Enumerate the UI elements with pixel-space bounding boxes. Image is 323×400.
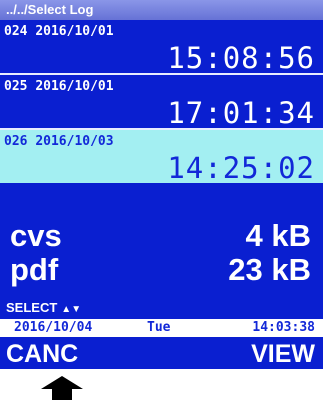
log-entry-025[interactable]: 025 2016/10/01 17:01:34 bbox=[0, 75, 323, 130]
status-clock: 14:03:38 bbox=[252, 320, 315, 335]
status-date: 2016/10/04 bbox=[14, 320, 93, 335]
file-info-pdf: pdf 23 kB bbox=[0, 252, 323, 287]
file-size-value: 4 kB bbox=[245, 218, 311, 253]
log-entry-024[interactable]: 024 2016/10/01 15:08:56 bbox=[0, 20, 323, 75]
status-bar: 2016/10/04 Tue 14:03:38 bbox=[0, 319, 323, 337]
log-entry-time: 15:08:56 bbox=[167, 41, 315, 75]
file-type-label: cvs bbox=[10, 218, 62, 253]
select-hint-label: SELECT bbox=[6, 300, 58, 315]
softkey-bar: CANC VIEW bbox=[0, 337, 323, 369]
status-day: Tue bbox=[147, 320, 171, 335]
log-entry-meta: 025 2016/10/01 bbox=[4, 79, 114, 94]
log-entry-026[interactable]: 026 2016/10/03 14:25:02 bbox=[0, 130, 323, 185]
file-size-value: 23 kB bbox=[228, 252, 311, 287]
file-type-label: pdf bbox=[10, 252, 59, 287]
select-hint: SELECT ▲▼ bbox=[6, 300, 81, 315]
log-entry-time: 14:25:02 bbox=[167, 151, 315, 185]
log-entry-meta: 024 2016/10/01 bbox=[4, 24, 114, 39]
file-info-cvs: cvs 4 kB bbox=[0, 218, 323, 253]
up-arrow-icon bbox=[41, 376, 83, 400]
log-entry-meta: 026 2016/10/03 bbox=[4, 134, 114, 149]
path-breadcrumb: ../../Select Log bbox=[0, 0, 323, 20]
cancel-softkey[interactable]: CANC bbox=[6, 340, 78, 369]
device-screen: ../../Select Log 024 2016/10/01 15:08:56… bbox=[0, 0, 323, 369]
view-softkey[interactable]: VIEW bbox=[251, 340, 315, 369]
log-entry-time: 17:01:34 bbox=[167, 96, 315, 130]
up-down-arrows-icon: ▲▼ bbox=[61, 304, 82, 315]
